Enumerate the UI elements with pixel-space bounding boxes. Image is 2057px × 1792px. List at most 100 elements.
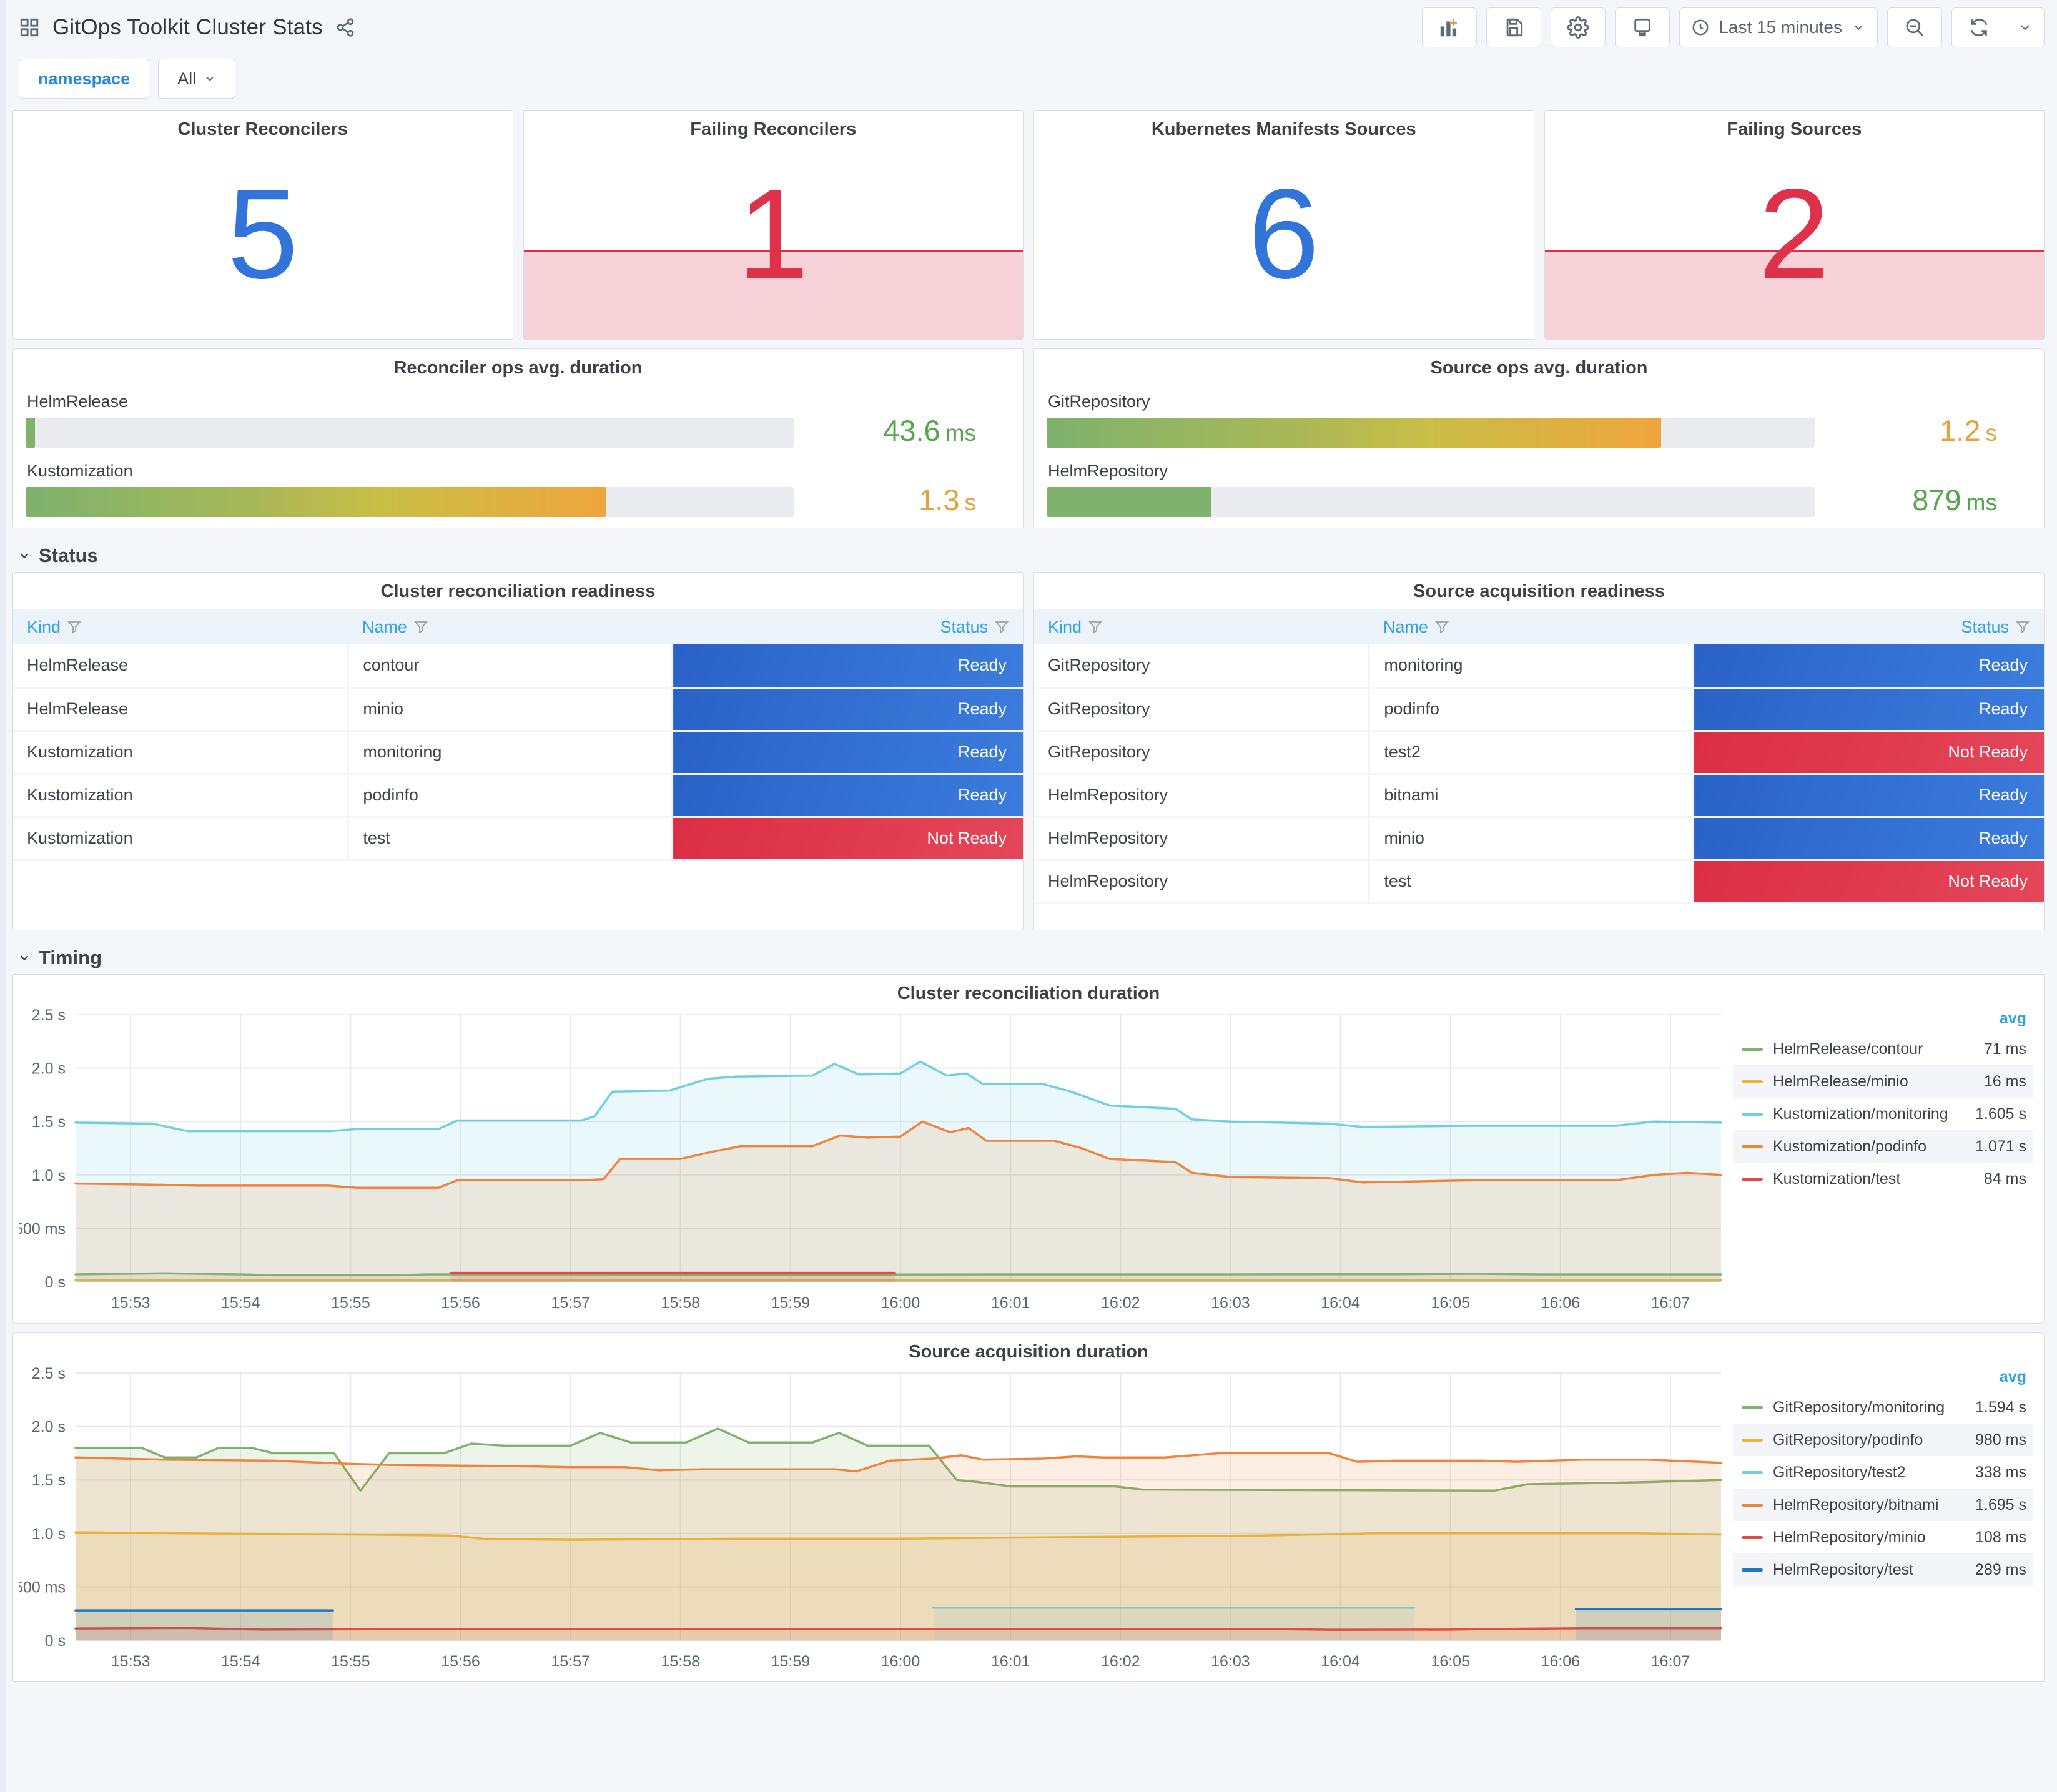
gauge-fill	[1047, 487, 1212, 517]
time-range-picker[interactable]: Last 15 minutes	[1679, 7, 1878, 47]
svg-text:15:53: 15:53	[111, 1294, 150, 1312]
svg-text:16:05: 16:05	[1431, 1294, 1470, 1312]
refresh-interval-dropdown[interactable]	[2006, 7, 2045, 47]
legend-series-name[interactable]: GitRepository/podinfo	[1773, 1431, 1923, 1449]
status-badge: Ready	[1693, 817, 2044, 861]
legend-series-avg: 980 ms	[1975, 1430, 2026, 1449]
gauge-label: Kustomization	[27, 461, 133, 480]
legend-series-name[interactable]: HelmRepository/test	[1773, 1561, 1913, 1579]
column-header-status[interactable]: Status	[672, 609, 1023, 644]
legend-item[interactable]: Kustomization/podinfo 1.071 s	[1733, 1130, 2033, 1163]
panel-title[interactable]: Failing Reconcilers	[524, 111, 1024, 140]
legend-series-name[interactable]: HelmRepository/minio	[1773, 1529, 1926, 1547]
dashboard-grid-icon[interactable]	[19, 17, 40, 38]
legend-item[interactable]: HelmRepository/bitnami 1.695 s	[1733, 1489, 2033, 1521]
svg-text:0 s: 0 s	[45, 1632, 66, 1650]
svg-text:16:06: 16:06	[1541, 1653, 1581, 1670]
cell-name: monitoring	[1369, 644, 1695, 689]
variable-namespace-select[interactable]: All	[158, 59, 236, 99]
chevron-down-icon	[1851, 20, 1866, 35]
panel-title[interactable]: Source acquisition duration	[13, 1333, 2044, 1362]
cycle-view-mode-button[interactable]	[1615, 7, 1670, 47]
add-panel-button[interactable]	[1422, 7, 1477, 47]
legend-series-name[interactable]: Kustomization/monitoring	[1773, 1105, 1948, 1123]
gauge-value: 1.2 s	[1940, 414, 1997, 447]
panel-title[interactable]: Cluster reconciliation readiness	[13, 573, 1023, 602]
section-status[interactable]: Status	[17, 544, 2045, 567]
chart-legend: avg HelmRelease/contour 71 ms HelmRelease/m…	[1733, 1007, 2033, 1195]
legend-series-name[interactable]: GitRepository/test2	[1773, 1464, 1906, 1482]
status-badge: Not Ready	[1693, 731, 2044, 775]
panel-title[interactable]: Source acquisition readiness	[1034, 573, 2044, 602]
cell-name: monitoring	[348, 731, 674, 775]
legend-item[interactable]: Kustomization/test 84 ms	[1733, 1163, 2033, 1195]
column-header-status[interactable]: Status	[1693, 609, 2044, 644]
gauge-fill	[1047, 418, 1661, 448]
column-header-name[interactable]: Name	[1369, 609, 1694, 644]
gauge-row: HelmRepository 879 ms	[1047, 461, 2031, 517]
svg-text:16:07: 16:07	[1651, 1653, 1690, 1670]
legend-series-name[interactable]: HelmRelease/contour	[1773, 1040, 1923, 1058]
legend-item[interactable]: GitRepository/podinfo 980 ms	[1733, 1424, 2033, 1456]
gauge-panel-reconciler-ops: Reconciler ops avg. duration HelmRelease…	[12, 348, 1024, 528]
legend-series-name[interactable]: Kustomization/podinfo	[1773, 1138, 1926, 1156]
legend-item[interactable]: HelmRelease/contour 71 ms	[1733, 1033, 2033, 1065]
legend-series-name[interactable]: HelmRelease/minio	[1773, 1073, 1908, 1091]
legend-series-name[interactable]: Kustomization/test	[1773, 1170, 1900, 1188]
chart-canvas[interactable]: 0 s 500 ms 1.0 s 1.5 s 2.0 s 2.5 s 15:53 15:54 1…	[14, 1362, 1734, 1677]
legend-avg-header[interactable]: avg	[1733, 1007, 2033, 1033]
panel-title[interactable]: Source ops avg. duration	[1047, 349, 2031, 378]
legend-avg-header[interactable]: avg	[1733, 1366, 2033, 1391]
svg-text:500 ms: 500 ms	[19, 1220, 66, 1238]
legend-item[interactable]: HelmRepository/test 289 ms	[1733, 1553, 2033, 1586]
status-badge: Ready	[1693, 644, 2044, 689]
table-row: HelmRepository minio Ready	[1034, 817, 2044, 861]
cell-name: minio	[348, 687, 674, 732]
svg-text:16:06: 16:06	[1541, 1294, 1581, 1312]
dashboard-header: GitOps Toolkit Cluster Stats Last 15 min…	[12, 0, 2045, 51]
legend-series-avg: 71 ms	[1983, 1040, 2026, 1058]
legend-series-color	[1742, 1406, 1763, 1409]
time-series-plot[interactable]: 0 s 500 ms 1.0 s 1.5 s 2.0 s 2.5 s 15:53 15:54 1…	[14, 1003, 1734, 1322]
variable-namespace-label: namespace	[19, 59, 150, 99]
panel-title[interactable]: Cluster Reconcilers	[13, 111, 513, 140]
time-series-plot[interactable]: 0 s 500 ms 1.0 s 1.5 s 2.0 s 2.5 s 15:53 15:54 1…	[14, 1362, 1734, 1680]
filter-icon	[1088, 621, 1103, 634]
column-header-name[interactable]: Name	[348, 609, 673, 644]
dashboard-settings-button[interactable]	[1551, 7, 1606, 47]
legend-item[interactable]: HelmRepository/minio 108 ms	[1733, 1521, 2033, 1553]
gauge-value: 1.3 s	[919, 483, 976, 516]
svg-text:16:05: 16:05	[1431, 1653, 1470, 1670]
column-header-kind[interactable]: Kind	[13, 609, 348, 644]
stats-row: Cluster Reconcilers 5 Failing Reconciler…	[12, 110, 2045, 340]
column-header-kind[interactable]: Kind	[1034, 609, 1369, 644]
gauge-value: 43.6 ms	[883, 414, 976, 447]
legend-item[interactable]: GitRepository/test2 338 ms	[1733, 1456, 2033, 1489]
legend-series-name[interactable]: GitRepository/monitoring	[1773, 1399, 1945, 1417]
share-icon[interactable]	[335, 17, 355, 37]
cell-kind: GitRepository	[1034, 731, 1371, 775]
save-dashboard-button[interactable]	[1486, 7, 1542, 47]
zoom-out-button[interactable]	[1887, 7, 1942, 47]
legend-item[interactable]: Kustomization/monitoring 1.605 s	[1733, 1098, 2033, 1130]
section-timing[interactable]: Timing	[17, 947, 2045, 969]
refresh-button[interactable]	[1951, 7, 2006, 47]
panel-title[interactable]: Reconciler ops avg. duration	[26, 349, 1010, 378]
cell-kind: HelmRelease	[13, 687, 350, 732]
legend-series-name[interactable]: HelmRepository/bitnami	[1773, 1496, 1938, 1514]
clock-icon	[1691, 18, 1710, 37]
chart-canvas[interactable]: 0 s 500 ms 1.0 s 1.5 s 2.0 s 2.5 s 15:53 15:54 1…	[14, 1003, 1734, 1319]
legend-item[interactable]: GitRepository/monitoring 1.594 s	[1733, 1391, 2033, 1424]
cell-name: podinfo	[348, 774, 674, 818]
panel-title[interactable]: Failing Sources	[1545, 111, 2045, 140]
legend-series-color	[1742, 1112, 1763, 1116]
gauges-row: Reconciler ops avg. duration HelmRelease…	[12, 348, 2045, 528]
legend-series-avg: 1.695 s	[1975, 1495, 2026, 1514]
cell-name: contour	[348, 644, 674, 689]
cell-kind: Kustomization	[13, 817, 350, 861]
cell-name: minio	[1369, 817, 1695, 861]
panel-title[interactable]: Cluster reconciliation duration	[13, 975, 2044, 1004]
svg-text:1.5 s: 1.5 s	[32, 1113, 66, 1131]
legend-item[interactable]: HelmRelease/minio 16 ms	[1733, 1065, 2033, 1098]
panel-title[interactable]: Kubernetes Manifests Sources	[1034, 111, 1534, 140]
